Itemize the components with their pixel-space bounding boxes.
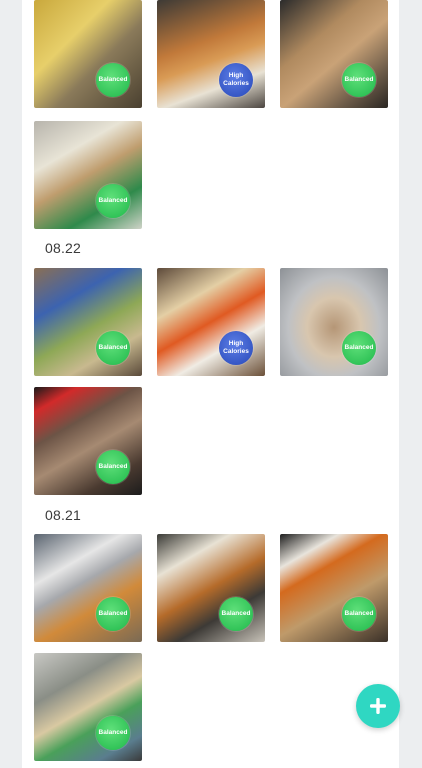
date-header: 08.21	[45, 507, 82, 523]
plus-icon	[370, 698, 386, 714]
meal-photo[interactable]: High Calories	[157, 0, 265, 108]
meal-photo[interactable]: Balanced	[34, 0, 142, 108]
meal-photo-image	[34, 387, 142, 495]
meal-photo[interactable]: Balanced	[280, 0, 388, 108]
meal-photo-image	[280, 0, 388, 108]
meal-photo-image	[157, 268, 265, 376]
meal-status-badge: High Calories	[219, 63, 253, 97]
meal-photo-image	[157, 0, 265, 108]
meal-photo-image	[34, 534, 142, 642]
meal-photo[interactable]: Balanced	[34, 121, 142, 229]
meal-photo[interactable]: Balanced	[280, 268, 388, 376]
meal-status-badge: Balanced	[219, 597, 253, 631]
meal-status-badge: Balanced	[96, 331, 130, 365]
meal-photo[interactable]: Balanced	[34, 534, 142, 642]
meal-status-badge: Balanced	[342, 63, 376, 97]
meal-status-badge: Balanced	[96, 450, 130, 484]
meal-photo[interactable]: Balanced	[157, 534, 265, 642]
meal-status-badge: Balanced	[96, 716, 130, 750]
meal-photo[interactable]: Balanced	[34, 653, 142, 761]
meal-photo-image	[34, 0, 142, 108]
date-header: 08.22	[45, 240, 82, 256]
meal-status-badge: Balanced	[96, 63, 130, 97]
meal-status-badge: Balanced	[342, 597, 376, 631]
add-meal-button[interactable]	[356, 684, 400, 728]
meal-status-badge: Balanced	[342, 331, 376, 365]
meal-status-badge: High Calories	[219, 331, 253, 365]
meal-photo[interactable]: Balanced	[34, 268, 142, 376]
meal-photo-image	[157, 534, 265, 642]
meal-photo-image	[280, 534, 388, 642]
meal-photo[interactable]: High Calories	[157, 268, 265, 376]
meal-status-badge: Balanced	[96, 184, 130, 218]
meal-status-badge: Balanced	[96, 597, 130, 631]
meal-photo-image	[34, 121, 142, 229]
meal-photo[interactable]: Balanced	[280, 534, 388, 642]
meal-photo-image	[34, 268, 142, 376]
meal-photo[interactable]: Balanced	[34, 387, 142, 495]
meal-photo-image	[280, 268, 388, 376]
meal-photo-image	[34, 653, 142, 761]
